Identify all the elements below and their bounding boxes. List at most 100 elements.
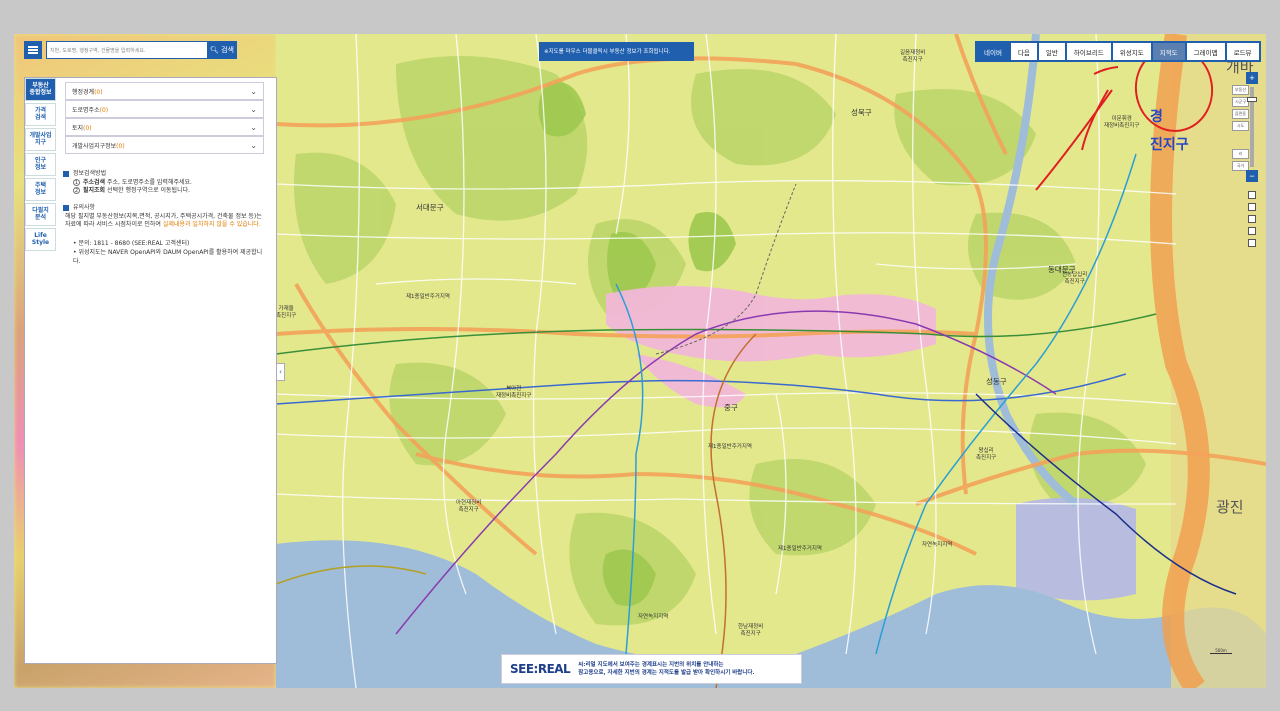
tab-naver[interactable]: 네이버: [977, 43, 1009, 60]
nav-label: 다필지 분석: [32, 206, 49, 221]
zoom-slider[interactable]: [1247, 87, 1257, 167]
tab-hybrid[interactable]: 하이브리드: [1066, 43, 1111, 60]
search-icon: 🔍︎: [209, 46, 219, 54]
area-tool-icon[interactable]: [1248, 203, 1256, 211]
distance-tool-icon[interactable]: [1248, 191, 1256, 199]
usage-step-2: 2 필지조회 선택한 행정구역으로 이동됩니다.: [73, 187, 263, 196]
step-1-text: 주소, 도로명주소를 입력해주세요.: [107, 178, 192, 186]
guide-section: 정보검색방법 1 주소검색 주소, 도로명주소를 입력해주세요. 2 필지조회 …: [63, 166, 263, 266]
print-tool-icon[interactable]: [1248, 239, 1256, 247]
step-1-bold: 주소검색: [83, 178, 106, 186]
refresh-tool-icon[interactable]: [1248, 227, 1256, 235]
nav-real-estate-info[interactable]: 부동산 종합정보: [25, 78, 56, 101]
nav-price-search[interactable]: 가격 검색: [25, 103, 56, 126]
contact-text: 문의: 1811 - 8680 (SEE:REAL 고객센터): [78, 240, 190, 248]
promo-zone-label-2: 아현재정비 촉진지구: [456, 500, 482, 513]
accordion-count: (0): [99, 106, 109, 114]
nav-life-style[interactable]: Life Style: [25, 228, 56, 251]
screen-frame: 성북구 서대문구 중구 동대문구 성동구 광진 경 진지구 개바 제1종일반주거…: [14, 34, 1266, 688]
accordion-label: 개발사업지구정보: [72, 142, 117, 150]
panel-collapse-button[interactable]: ‹: [276, 363, 285, 381]
nav-multi-parcel[interactable]: 다필지 분석: [25, 203, 56, 226]
map-type-tabs: 네이버 다음 일반 하이브리드 위성지도 지적도 그레이맵 로드뷰: [975, 41, 1261, 62]
hamburger-menu-button[interactable]: [24, 41, 42, 59]
map-tools: [1248, 191, 1256, 251]
map-label-jung: 중구: [724, 403, 738, 412]
nav-label: 가격 검색: [34, 106, 47, 121]
notice-body: 해당 필지별 부동산정보(지목,면적, 공시지가, 주택공시가격, 건축물 정보…: [65, 213, 263, 230]
promo-zone-label-6: 이문휘경 재정비촉진지구: [1104, 116, 1140, 129]
promo-zone-label-1: 길음재정비 촉진지구: [900, 50, 926, 63]
seereal-logo: SEE:REAL: [510, 662, 571, 676]
map-canvas[interactable]: 성북구 서대문구 중구 동대문구 성동구 광진 경 진지구 개바 제1종일반주거…: [276, 34, 1266, 688]
chevron-down-icon: ⌄: [250, 104, 257, 114]
accordion-count: (0): [94, 88, 103, 96]
promo-zone-label-8: 왕십리 촉진지구: [976, 448, 997, 461]
menu-icon-bar: [28, 52, 38, 54]
disclaimer-line-1: 씨:리얼 지도에서 보여주는 경계표시는 지번의 위치를 안내하는: [578, 661, 724, 668]
promo-zone-label-7: 가재울 촉진지구: [276, 306, 297, 319]
accordion-land[interactable]: 토지(0) ⌄: [65, 118, 264, 136]
nav-population[interactable]: 인구 정보: [25, 153, 56, 176]
promo-zone-label-5: 전농답십리 촉진지구: [1062, 272, 1088, 285]
search-input[interactable]: 지번, 도로명, 행정구역, 건물명을 입력하세요.: [46, 41, 208, 59]
double-click-notice: ※지도를 마우스 더블클릭시 부동산 정보가 조회됩니다.: [539, 42, 694, 61]
map-label-district-big2: 진지구: [1150, 137, 1189, 153]
tab-roadview[interactable]: 로드뷰: [1226, 43, 1259, 60]
accordion-dev-project[interactable]: 개발사업지구정보(0) ⌄: [65, 136, 264, 154]
zoom-in-button[interactable]: +: [1246, 72, 1258, 84]
nav-label: 부동산 종합정보: [29, 81, 52, 96]
contact-line: • 문의: 1811 - 8680 (SEE:REAL 고객센터): [73, 240, 190, 248]
accordion-label: 행정경계: [72, 88, 95, 96]
map-label-seongbuk: 성북구: [851, 108, 872, 117]
tab-graymap[interactable]: 그레이맵: [1186, 43, 1225, 60]
satellite-note-text: 위성지도는 NAVER OpenAPI와 DAUM OpenAPI를 활용하여 …: [73, 248, 263, 265]
chevron-down-icon: ⌄: [250, 86, 257, 96]
tab-normal[interactable]: 일반: [1038, 43, 1065, 60]
accordion-label: 토지: [72, 124, 84, 132]
tab-satellite[interactable]: 위성지도: [1112, 43, 1151, 60]
map-label-district-big: 경: [1150, 109, 1163, 125]
zoom-control: + −: [1246, 72, 1260, 182]
map-label-seodaemun: 서대문구: [416, 203, 444, 212]
search-button-label: 검색: [221, 46, 234, 54]
disclaimer-text: 씨:리얼 지도에서 보여주는 경계표시는 지번의 위치를 안내하는 참고용으로,…: [578, 661, 754, 678]
step-2-text: 선택한 행정구역으로 이동됩니다.: [107, 187, 191, 195]
accordion-admin-boundary[interactable]: 행정경계(0) ⌄: [65, 82, 264, 100]
nav-dev-zone[interactable]: 개발사업 지구: [25, 128, 56, 151]
menu-icon-bar: [28, 49, 38, 51]
disclaimer-line-2: 참고용으로, 자세한 지번의 경계는 지적도를 발급 받아 확인하시기 바랍니다…: [578, 670, 755, 676]
menu-icon-bar: [28, 46, 38, 48]
step-2-bold: 필지조회: [83, 187, 106, 195]
notice-title-row: 유의사항: [63, 204, 263, 213]
map-scale: 500m: [1210, 648, 1232, 654]
tab-cadastral[interactable]: 지적도: [1152, 43, 1185, 60]
nav-housing[interactable]: 주택 정보: [25, 178, 56, 201]
zone-label-2: 제1종일반주거지역: [708, 444, 752, 450]
nav-label: 주택 정보: [34, 181, 47, 196]
nav-label: Life Style: [31, 231, 50, 246]
accordion-count: (0): [116, 142, 125, 150]
radius-tool-icon[interactable]: [1248, 215, 1256, 223]
info-panel: 부동산 종합정보 가격 검색 개발사업 지구 인구 정보 주택 정보 다필지 분…: [24, 77, 277, 664]
nav-label: 개발사업 지구: [29, 131, 52, 146]
chevron-down-icon: ⌄: [250, 122, 257, 132]
satellite-note-line: • 위성지도는 NAVER OpenAPI와 DAUM OpenAPI를 활용하…: [73, 248, 263, 265]
zone-label-5: 자연녹지지역: [638, 614, 669, 620]
search-button[interactable]: 🔍︎ 검색: [207, 41, 237, 59]
map-label-seongdong: 성동구: [986, 377, 1007, 386]
step-1-icon: 1: [73, 178, 80, 186]
checkbox-square-icon: [63, 205, 69, 212]
promo-zone-label-4: 한남재정비 촉진지구: [738, 624, 764, 637]
zoom-slider-handle[interactable]: [1247, 97, 1257, 102]
chevron-down-icon: ⌄: [250, 140, 257, 150]
usage-title: 정보검색방법: [73, 170, 107, 177]
tab-daum[interactable]: 다음: [1010, 43, 1037, 60]
disclaimer-banner: SEE:REAL 씨:리얼 지도에서 보여주는 경계표시는 지번의 위치를 안내…: [501, 654, 802, 684]
usage-title-row: 정보검색방법: [63, 170, 263, 179]
notice-orange-text: 실제내용과 일치하지 않을 수 있습니다.: [162, 221, 261, 229]
map-label-gwangjin: 광진: [1216, 498, 1244, 516]
zoom-out-button[interactable]: −: [1246, 170, 1258, 182]
notice-title: 유의사항: [73, 204, 96, 212]
accordion-road-address[interactable]: 도로명주소(0) ⌄: [65, 100, 264, 118]
